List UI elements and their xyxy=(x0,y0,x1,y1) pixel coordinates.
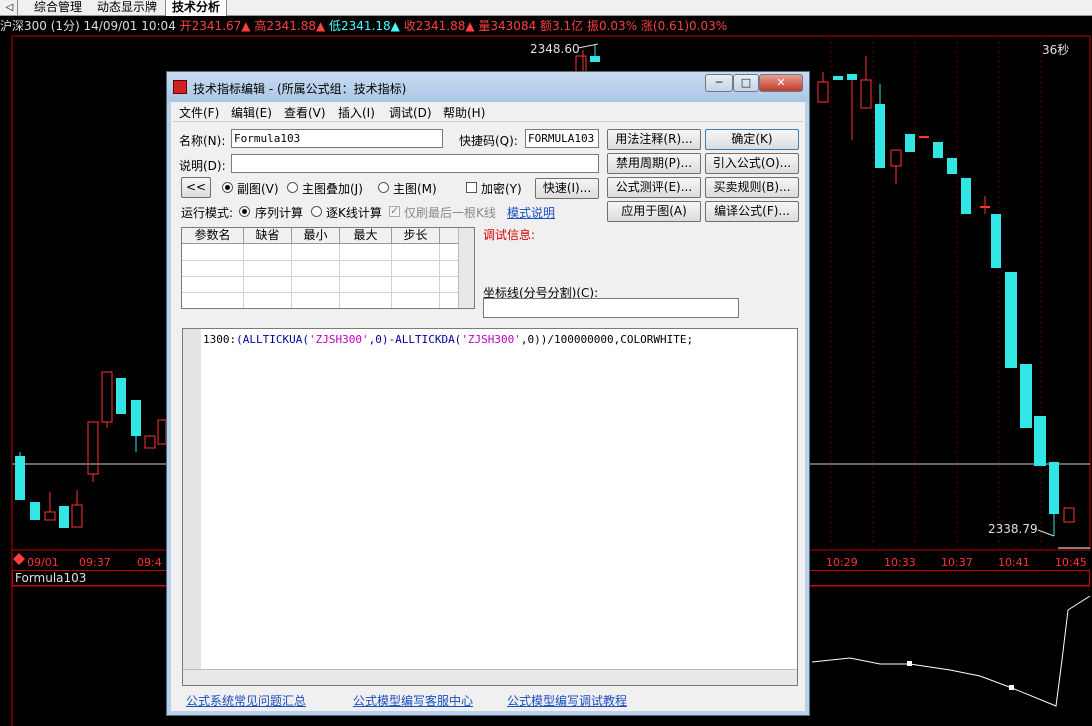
import-formula-button[interactable]: 引入公式(O)... xyxy=(705,153,799,174)
time-tick: 09:4 xyxy=(137,556,162,569)
debug-info-label: 调试信息: xyxy=(483,228,536,242)
candles-right xyxy=(817,56,1090,549)
disable-periods-button[interactable]: 禁用周期(P)... xyxy=(607,153,701,174)
param-header-spacer xyxy=(440,228,460,244)
encrypt-label: 加密(Y) xyxy=(481,182,522,196)
date-marker-icon xyxy=(13,553,25,565)
last-bar-only-checkbox[interactable] xyxy=(389,204,400,217)
menu-bar: 文件(F) 编辑(E) 查看(V) 插入(I) 调试(D) 帮助(H) xyxy=(173,102,803,122)
shortcut-input[interactable]: FORMULA103 xyxy=(525,129,599,148)
candle xyxy=(44,511,56,521)
description-input[interactable] xyxy=(231,154,599,173)
sequential-mode-radio[interactable] xyxy=(239,206,250,217)
time-tick: 09/01 xyxy=(27,556,59,569)
menu-file[interactable]: 文件(F) xyxy=(179,104,219,121)
menu-debug[interactable]: 调试(D) xyxy=(389,104,432,121)
candle xyxy=(87,421,99,475)
editor-horizontal-scrollbar[interactable] xyxy=(183,669,797,685)
app-icon xyxy=(173,80,187,94)
low-marker-label: 2338.79 xyxy=(988,522,1038,536)
tutorial-link[interactable]: 公式模型编写调试教程 xyxy=(507,692,627,709)
quick-button[interactable]: 快速(I)... xyxy=(535,178,599,199)
dialog-title: 技术指标编辑 - (所属公式组：技术指标) xyxy=(193,82,407,96)
candle xyxy=(144,435,156,449)
candle xyxy=(131,400,141,436)
formula-code[interactable]: 1300:(ALLTICKUA('ZJSH300',0)-ALLTICKDA('… xyxy=(203,333,693,346)
run-mode-label: 运行模式: xyxy=(181,206,234,220)
sub-chart-radio[interactable] xyxy=(222,182,233,193)
time-tick: 10:33 xyxy=(884,556,916,569)
time-tick: 10:41 xyxy=(998,556,1030,569)
main-chart-radio[interactable] xyxy=(378,182,389,193)
footer-links: 公式系统常见问题汇总 公式模型编写客服中心 公式模型编写调试教程 xyxy=(173,692,803,710)
faq-link[interactable]: 公式系统常见问题汇总 xyxy=(186,692,306,709)
main-overlay-label: 主图叠加(J) xyxy=(302,182,363,196)
main-chart-label: 主图(M) xyxy=(393,182,437,196)
candle xyxy=(30,502,40,520)
candle xyxy=(101,371,113,423)
menu-edit[interactable]: 编辑(E) xyxy=(231,104,272,121)
candle xyxy=(71,504,83,528)
name-input[interactable]: Formula103 xyxy=(231,129,443,148)
axis-lines-input[interactable] xyxy=(483,298,739,318)
parameter-table[interactable]: 参数名 缺省 最小 最大 步长 xyxy=(181,227,475,309)
indicator-editor-dialog: 技术指标编辑 - (所属公式组：技术指标) ─ □ ✕ 文件(F) 编辑(E) … xyxy=(166,71,810,716)
formula-line xyxy=(811,595,1091,707)
last-bar-only-label: 仅刷最后一根K线 xyxy=(404,206,496,220)
sequential-mode-label: 序列计算 xyxy=(255,206,304,220)
usage-notes-button[interactable]: 用法注释(R)... xyxy=(607,129,701,150)
dialog-title-bar[interactable]: 技术指标编辑 - (所属公式组：技术指标) ─ □ ✕ xyxy=(167,72,809,102)
shortcut-label: 快捷码(Q): xyxy=(459,134,518,148)
param-header-name: 参数名 xyxy=(182,228,244,244)
menu-help[interactable]: 帮助(H) xyxy=(443,104,485,121)
sub-chart-label: 副图(V) xyxy=(237,182,279,196)
trade-rules-button[interactable]: 买卖规则(B)... xyxy=(705,177,799,198)
description-label: 说明(D): xyxy=(179,159,226,173)
per-bar-mode-label: 逐K线计算 xyxy=(326,206,382,220)
mode-help-link[interactable]: 模式说明 xyxy=(507,204,555,221)
dialog-body: 文件(F) 编辑(E) 查看(V) 插入(I) 调试(D) 帮助(H) 名称(N… xyxy=(173,102,803,710)
param-header-step: 步长 xyxy=(392,228,440,244)
apply-to-chart-button[interactable]: 应用于图(A) xyxy=(607,201,701,222)
compile-formula-button[interactable]: 编译公式(F)... xyxy=(705,201,799,222)
per-bar-mode-radio[interactable] xyxy=(311,206,322,217)
time-tick: 10:37 xyxy=(941,556,973,569)
candle xyxy=(15,456,25,500)
collapse-button[interactable]: << xyxy=(181,177,211,198)
formula-editor[interactable]: 1300:(ALLTICKUA('ZJSH300',0)-ALLTICKDA('… xyxy=(182,328,798,686)
param-header-max: 最大 xyxy=(340,228,392,244)
name-label: 名称(N): xyxy=(179,134,226,148)
time-tick: 09:37 xyxy=(79,556,111,569)
time-tick: 10:45 xyxy=(1055,556,1087,569)
minimize-button[interactable]: ─ xyxy=(705,74,733,92)
menu-view[interactable]: 查看(V) xyxy=(284,104,326,121)
param-table-scrollbar[interactable] xyxy=(458,228,474,308)
param-header-min: 最小 xyxy=(292,228,340,244)
ok-button[interactable]: 确定(K) xyxy=(705,129,799,150)
support-center-link[interactable]: 公式模型编写客服中心 xyxy=(353,692,473,709)
candles-left xyxy=(15,371,167,528)
formula-test-button[interactable]: 公式测评(E)... xyxy=(607,177,701,198)
candle xyxy=(116,378,126,414)
editor-gutter xyxy=(183,329,201,669)
candle xyxy=(59,506,69,528)
maximize-button[interactable]: □ xyxy=(733,74,759,92)
param-header-default: 缺省 xyxy=(244,228,292,244)
close-button[interactable]: ✕ xyxy=(759,74,803,92)
app-window: ◁ 综合管理 动态显示牌 技术分析 沪深300 (1分) 14/09/01 10… xyxy=(0,0,1092,726)
high-marker-label: 2348.60 xyxy=(530,42,580,56)
candle xyxy=(157,419,167,445)
time-tick: 10:29 xyxy=(826,556,858,569)
countdown-label: 36秒 xyxy=(1042,43,1070,57)
menu-insert[interactable]: 插入(I) xyxy=(338,104,375,121)
main-overlay-radio[interactable] xyxy=(287,182,298,193)
encrypt-checkbox[interactable] xyxy=(466,182,477,193)
